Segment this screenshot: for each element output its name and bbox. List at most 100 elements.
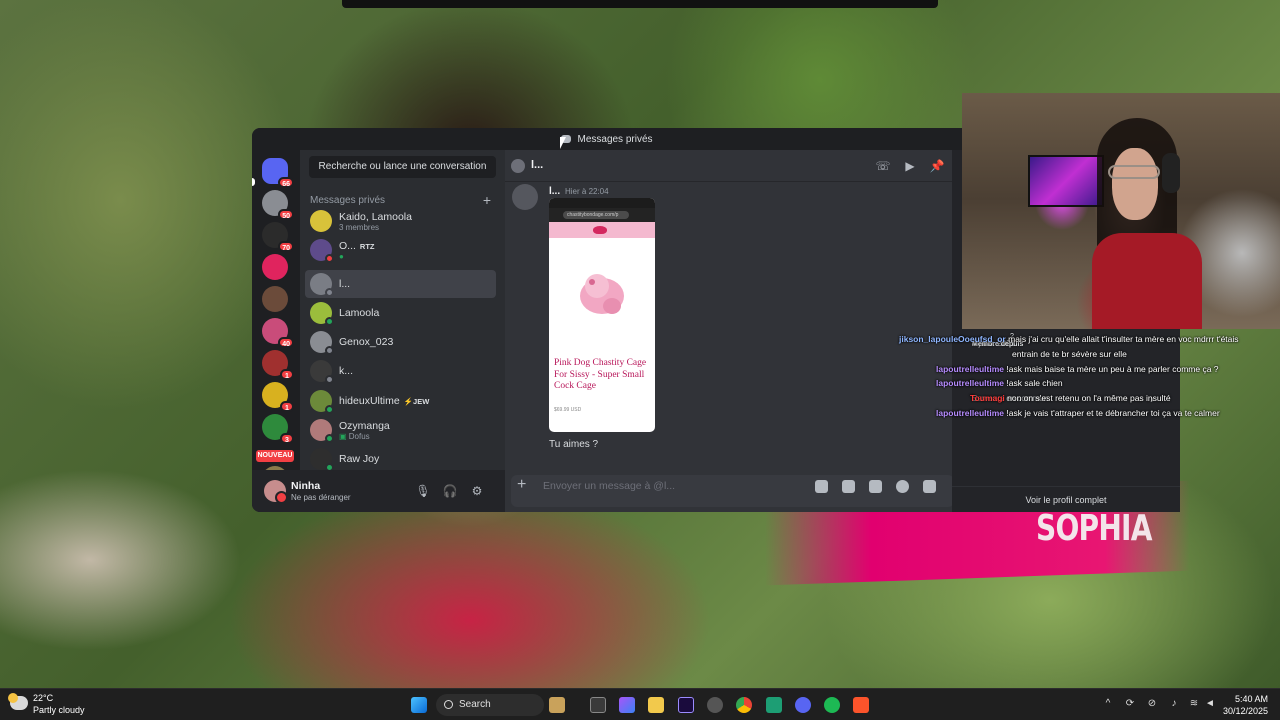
pin-icon[interactable]: 📌 [929, 158, 945, 174]
server-icon[interactable]: 50 [262, 190, 294, 220]
product-price: $69.99 USD [554, 407, 582, 413]
sync-icon[interactable]: ⟳ [1124, 698, 1136, 710]
mouse-cursor [560, 137, 566, 149]
windows-taskbar: 22°C Partly cloudy Search ^ ⟳ ⊘ ♪ ≋ ◄ 5:… [0, 688, 1280, 720]
dm-item[interactable]: k... [305, 357, 496, 385]
name-tag-text: SOPHIA [1036, 508, 1152, 549]
gear-icon[interactable]: ⚙ [469, 483, 485, 499]
add-attachment-icon[interactable]: + [517, 476, 526, 494]
search-conversation-button[interactable]: Recherche ou lance une conversation [309, 156, 496, 178]
chevron-up-icon[interactable]: ^ [1102, 698, 1114, 710]
taskbar-search[interactable]: Search [436, 694, 544, 716]
server-icon[interactable] [262, 286, 288, 312]
spotify-icon[interactable] [824, 697, 840, 713]
mic-tray-icon[interactable]: ♪ [1168, 698, 1180, 710]
search-icon [444, 700, 453, 709]
site-header [549, 222, 655, 238]
message-avatar[interactable] [512, 184, 538, 210]
chat-username: lapoutrelleultime [936, 407, 1005, 418]
dm-item[interactable]: Ozymanga ▣ Dofus [305, 416, 496, 444]
dm-item[interactable]: Kaido, Lamoola 3 membres [305, 207, 496, 235]
selected-pill [252, 178, 255, 186]
windows-start-icon[interactable] [411, 697, 427, 713]
microphone-icon[interactable]: 🎙 [415, 483, 431, 499]
eye-off-icon[interactable]: ⊘ [1146, 698, 1158, 710]
file-explorer-icon[interactable] [648, 697, 664, 713]
emoji-icon[interactable] [896, 480, 909, 493]
dm-item[interactable]: O... RTZ ● [305, 236, 496, 264]
gift-icon[interactable] [815, 480, 828, 493]
widget-icon[interactable] [549, 697, 565, 713]
full-profile-button[interactable]: Voir le profil complet [952, 486, 1180, 512]
server-icon[interactable]: 1 [262, 382, 294, 412]
dm-subtitle: 3 membres [339, 223, 380, 232]
apps-icon[interactable] [923, 480, 936, 493]
dm-item[interactable]: hideuxUltime ⚡JEW [305, 387, 496, 415]
server-icon[interactable]: 70 [262, 222, 294, 252]
dm-activity: ▣ Dofus [339, 432, 370, 441]
status-dot [325, 375, 334, 384]
message-composer: + Envoyer un message à @l... [505, 470, 962, 512]
avatar [310, 210, 332, 232]
task-view-icon[interactable] [590, 697, 606, 713]
server-icon[interactable]: 3 [262, 414, 294, 444]
game-icon: ▣ [339, 432, 349, 441]
partly-cloudy-icon [8, 693, 28, 710]
chat-username: lapoutrelleultime [936, 378, 1005, 389]
chrome-icon[interactable] [736, 697, 752, 713]
wifi-icon[interactable]: ≋ [1188, 698, 1200, 710]
status-dot [325, 434, 334, 443]
dm-name: Kaido, Lamoola [339, 211, 412, 223]
sticker-icon[interactable] [869, 480, 882, 493]
dm-item[interactable]: Lamoola [305, 299, 496, 327]
message-input[interactable]: Envoyer un message à @l... [543, 480, 675, 492]
dm-item[interactable]: Raw Joy [305, 445, 496, 473]
premiere-pro-icon[interactable] [678, 697, 694, 713]
streamer-body [1092, 233, 1202, 329]
activity-icon: ● [339, 252, 344, 261]
headphones-icon[interactable]: 🎧 [442, 483, 458, 499]
user-panel: Ninha Ne pas déranger 🎙 🎧 ⚙ [252, 470, 505, 512]
video-call-icon[interactable]: ▶ [902, 158, 918, 174]
server-icon[interactable]: 1 [262, 350, 294, 380]
dm-item[interactable]: Genox_023 [305, 328, 496, 356]
brave-icon[interactable] [853, 697, 869, 713]
m365-icon[interactable] [619, 697, 635, 713]
status-dot [325, 346, 334, 355]
phone-statusbar [549, 198, 655, 208]
chat-text: non on s'est retenu on l'a même pas insu… [1007, 393, 1171, 404]
voice-call-icon[interactable]: ☏ [875, 158, 891, 174]
weather-condition: Partly cloudy [33, 705, 85, 715]
discord-taskbar-icon[interactable] [795, 697, 811, 713]
chat-line: jikson_lapouleOoeufsd_or mais j'ai cru q… [890, 332, 1280, 347]
server-icon[interactable] [262, 254, 288, 280]
clock[interactable]: 5:40 AM 30/12/2025 [1223, 693, 1268, 717]
header-username[interactable]: l... [531, 159, 543, 171]
chat-line: lapoutrelleultime !ask je vais t'attrape… [890, 406, 1280, 421]
tag-label: JEW [413, 397, 430, 406]
gif-icon[interactable] [842, 480, 855, 493]
message-author[interactable]: l... [549, 186, 560, 197]
new-server-label[interactable]: NOUVEAU [256, 450, 294, 462]
app-icon[interactable] [766, 697, 782, 713]
url-text: chastitybondage.com/p [563, 211, 629, 219]
create-dm-icon[interactable]: + [483, 192, 491, 208]
dm-subtitle: Dofus [348, 432, 370, 441]
dm-name: Ozymanga [339, 420, 390, 432]
discord-home-button[interactable]: 66 [262, 158, 294, 188]
image-attachment[interactable]: chastitybondage.com/p Pink Dog Chastity … [549, 198, 655, 432]
dm-item-active[interactable]: l... [305, 270, 496, 298]
user-avatar[interactable] [264, 480, 288, 504]
server-badge: 70 [278, 241, 294, 252]
chat-username: Toumagi [970, 393, 1005, 404]
chat-text: !ask je vais t'attraper et te débrancher… [1006, 407, 1220, 418]
browser-urlbar: chastitybondage.com/p [549, 208, 655, 222]
obs-icon[interactable] [707, 697, 723, 713]
weather-temperature: 22°C [33, 693, 54, 703]
dm-name: k... [339, 365, 354, 377]
streamer-face [1112, 148, 1158, 220]
server-icon[interactable]: 40 [262, 318, 294, 348]
dm-name-row: O... RTZ [339, 240, 375, 252]
volume-icon[interactable]: ◄ [1204, 698, 1216, 710]
header-avatar [511, 159, 525, 173]
